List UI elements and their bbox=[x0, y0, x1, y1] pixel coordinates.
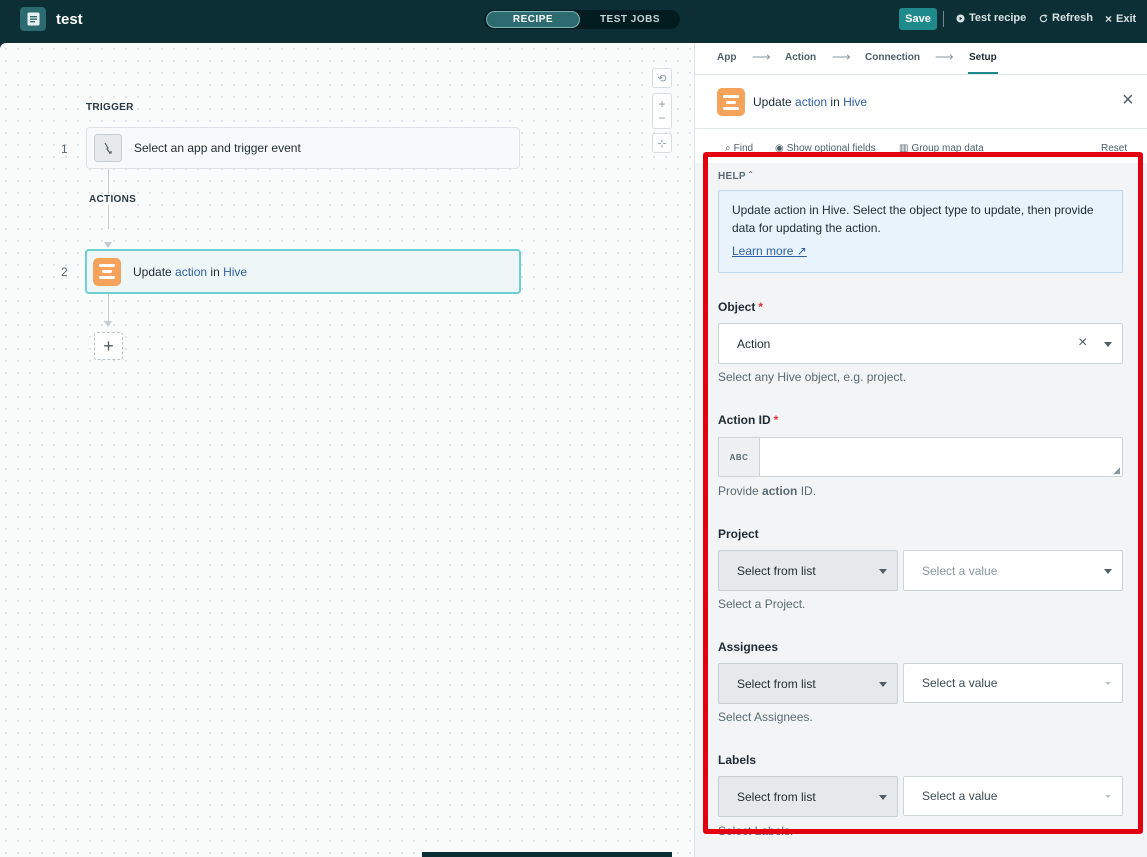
play-icon bbox=[956, 13, 965, 23]
breadcrumb: App ⟶ Action ⟶ Connection ⟶ Setup bbox=[695, 43, 1147, 75]
zoom-in-icon[interactable]: + bbox=[658, 97, 665, 111]
test-recipe-button[interactable]: Test recipe bbox=[956, 12, 1026, 24]
action-step-label: Update action in Hive bbox=[133, 264, 248, 279]
connector-line bbox=[108, 294, 109, 322]
close-icon: × bbox=[1105, 12, 1113, 26]
fit-view-button[interactable]: ⊹ bbox=[652, 133, 672, 153]
panel-title: Update action in Hive bbox=[753, 95, 868, 109]
arrow-right-icon: ⟶ bbox=[832, 49, 851, 64]
zoom-out-icon[interactable]: − bbox=[658, 111, 665, 125]
connector-arrow bbox=[104, 242, 112, 248]
crumb-setup[interactable]: Setup bbox=[969, 52, 997, 63]
panel-header: Update action in Hive × bbox=[695, 75, 1147, 129]
close-icon[interactable]: × bbox=[1122, 89, 1134, 112]
arrow-right-icon: ⟶ bbox=[752, 49, 771, 64]
active-crumb-underline bbox=[968, 72, 998, 74]
undo-icon: ⟲ bbox=[657, 72, 667, 85]
trigger-step[interactable]: Select an app and trigger event bbox=[86, 127, 520, 169]
connector-arrow bbox=[104, 321, 112, 327]
recipe-name[interactable]: test bbox=[56, 11, 83, 28]
crumb-connection[interactable]: Connection bbox=[865, 52, 920, 63]
recipe-icon[interactable] bbox=[20, 7, 46, 31]
step-number: 1 bbox=[61, 142, 68, 156]
add-step-button[interactable]: + bbox=[94, 332, 123, 360]
tab-test-jobs[interactable]: TEST JOBS bbox=[582, 11, 678, 28]
exit-button[interactable]: × Exit bbox=[1105, 12, 1136, 26]
refresh-icon bbox=[1039, 13, 1048, 22]
hive-logo-icon bbox=[93, 257, 121, 286]
refresh-button[interactable]: Refresh bbox=[1039, 12, 1093, 24]
step-number: 2 bbox=[61, 265, 68, 279]
top-bar: test RECIPE TEST JOBS Save Test recipe R… bbox=[0, 0, 1147, 40]
mode-toggle: RECIPE TEST JOBS bbox=[484, 10, 680, 29]
crumb-app[interactable]: App bbox=[717, 52, 736, 63]
hive-logo-icon bbox=[717, 88, 745, 116]
action-step[interactable]: Update action in Hive bbox=[85, 249, 521, 294]
arrow-right-icon: ⟶ bbox=[935, 49, 954, 64]
test-recipe-label: Test recipe bbox=[969, 12, 1027, 24]
exit-label: Exit bbox=[1116, 13, 1137, 25]
fit-view-icon: ⊹ bbox=[657, 137, 667, 150]
zoom-controls: + − bbox=[652, 93, 672, 129]
canvas-footer-strip bbox=[422, 852, 672, 857]
reset-zoom-button[interactable]: ⟲ bbox=[652, 68, 672, 88]
trigger-label: TRIGGER bbox=[86, 102, 134, 113]
toolbar-divider bbox=[943, 11, 944, 27]
crumb-action[interactable]: Action bbox=[785, 52, 816, 63]
refresh-label: Refresh bbox=[1052, 12, 1093, 24]
save-button[interactable]: Save bbox=[899, 8, 937, 30]
trigger-icon bbox=[94, 134, 122, 162]
recipe-canvas[interactable]: ⟲ + − ⊹ TRIGGER 1 Select an app and trig… bbox=[0, 43, 694, 857]
actions-label: ACTIONS bbox=[88, 194, 138, 205]
highlight-frame bbox=[703, 152, 1143, 834]
trigger-step-label: Select an app and trigger event bbox=[134, 141, 301, 155]
tab-recipe[interactable]: RECIPE bbox=[486, 11, 580, 28]
